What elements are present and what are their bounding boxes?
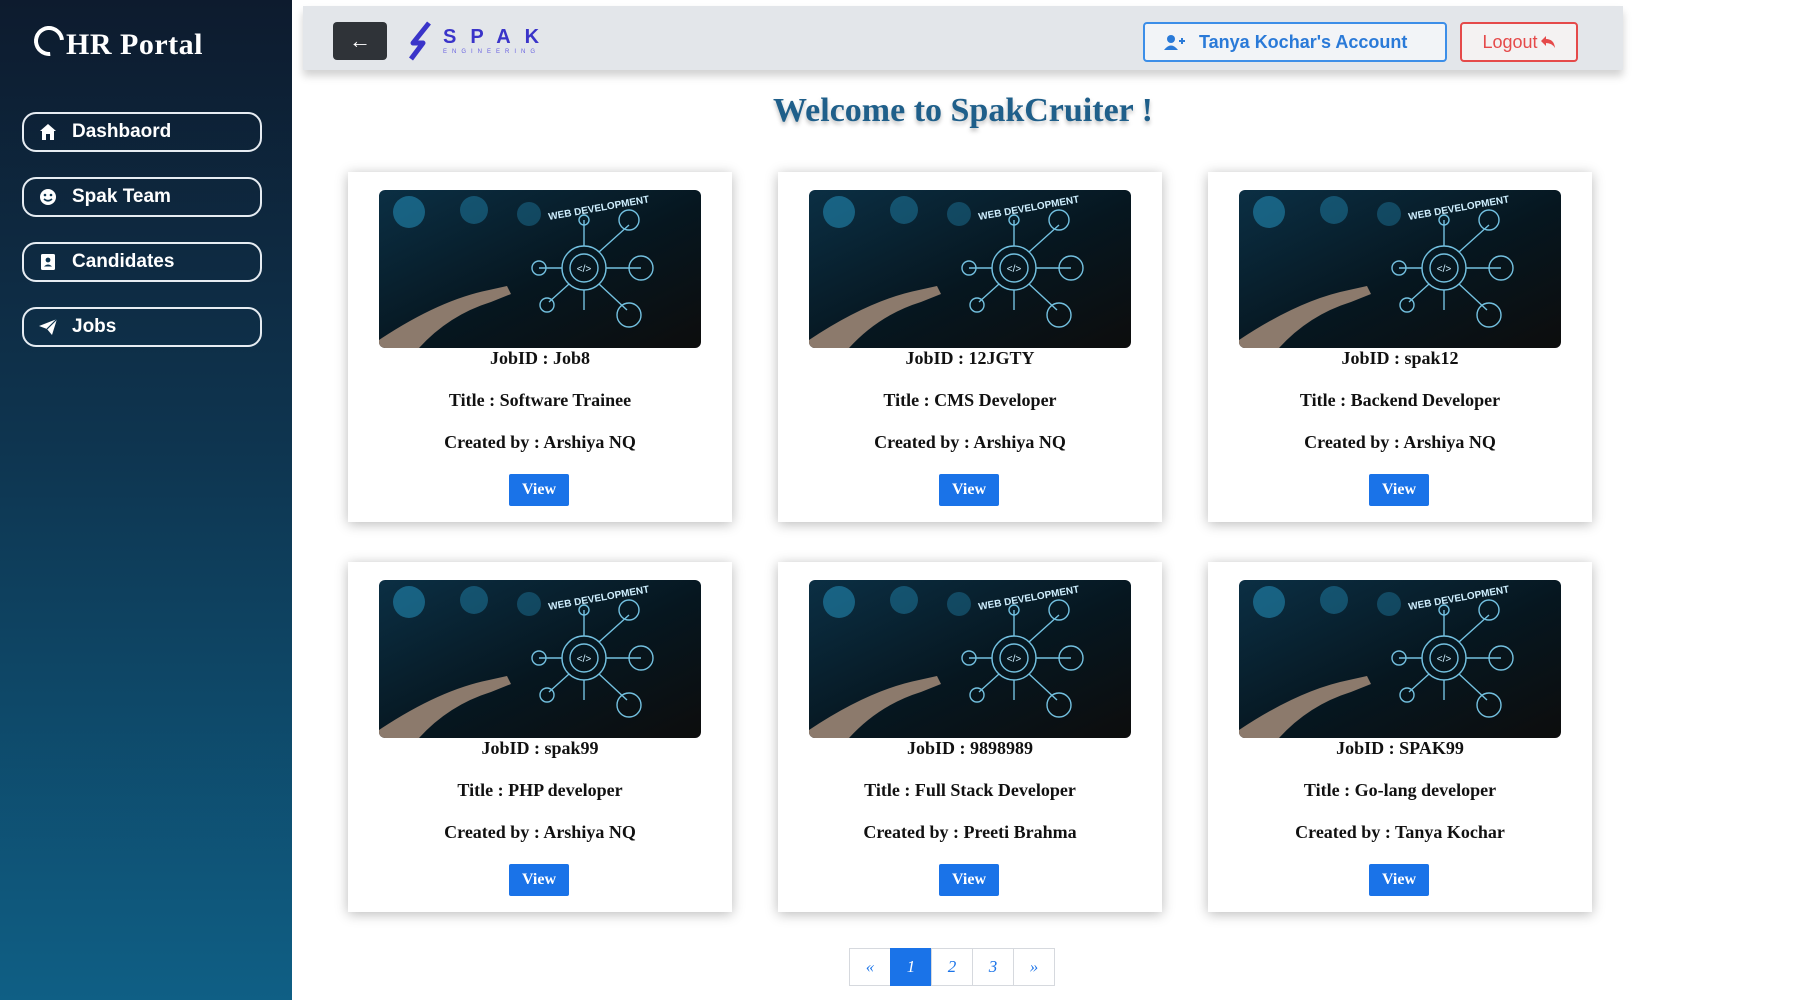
- sidebar-item-dashboard[interactable]: Dashbaord: [22, 112, 262, 152]
- job-image: WEB DEVELOPMENT </>: [809, 580, 1131, 738]
- logo-subtitle: ENGINEERING: [443, 49, 541, 55]
- portal-logo-icon: [27, 19, 71, 63]
- job-title: Title : PHP developer: [457, 780, 623, 800]
- job-id: JobID : spak12: [1341, 348, 1459, 368]
- sidebar-item-jobs[interactable]: Jobs: [22, 307, 262, 347]
- job-card: WEB DEVELOPMENT </> JobID : 12JGTY Title…: [778, 172, 1162, 522]
- job-id: JobID : 12JGTY: [905, 348, 1035, 368]
- view-job-button[interactable]: View: [509, 864, 569, 896]
- job-title: Title : Go-lang developer: [1303, 780, 1497, 800]
- svg-text:</>: </>: [1437, 654, 1452, 665]
- smiley-icon: [38, 187, 58, 207]
- job-id: JobID : Job8: [489, 348, 591, 368]
- job-card: WEB DEVELOPMENT </> JobID : SPAK99 Title…: [1208, 562, 1592, 912]
- sidebar-item-candidates[interactable]: Candidates: [22, 242, 262, 282]
- account-button[interactable]: Tanya Kochar's Account: [1143, 22, 1447, 62]
- job-title: Title : CMS Developer: [883, 390, 1057, 410]
- web-development-image: WEB DEVELOPMENT </>: [379, 580, 701, 738]
- pagination: « 1 2 3 »: [849, 948, 1055, 986]
- job-card: WEB DEVELOPMENT </> JobID : spak99 Title…: [348, 562, 732, 912]
- home-icon: [38, 122, 58, 142]
- web-development-image: WEB DEVELOPMENT </>: [1239, 580, 1561, 738]
- job-title: Title : Backend Developer: [1299, 390, 1501, 410]
- pagination-page-2[interactable]: 2: [931, 948, 973, 986]
- logout-button[interactable]: Logout: [1460, 22, 1578, 62]
- spak-logo-mark-icon: [409, 21, 431, 61]
- job-image: WEB DEVELOPMENT </>: [1239, 580, 1561, 738]
- web-development-image: WEB DEVELOPMENT </>: [1239, 190, 1561, 348]
- job-id: JobID : spak99: [481, 738, 599, 758]
- svg-text:</>: </>: [1437, 264, 1452, 275]
- job-image: WEB DEVELOPMENT </>: [379, 190, 701, 348]
- spak-logo: SPAK ENGINEERING: [405, 20, 553, 62]
- contact-book-icon: [38, 252, 58, 272]
- job-card: WEB DEVELOPMENT </> JobID : Job8 Title :…: [348, 172, 732, 522]
- sidebar-item-label: Candidates: [72, 251, 175, 272]
- pagination-page-3[interactable]: 3: [972, 948, 1014, 986]
- arrow-left-icon: ←: [349, 28, 371, 53]
- web-development-image: WEB DEVELOPMENT </>: [809, 190, 1131, 348]
- job-image: WEB DEVELOPMENT </>: [809, 190, 1131, 348]
- sidebar-item-label: Jobs: [72, 316, 117, 337]
- view-job-button[interactable]: View: [509, 474, 569, 506]
- job-id: JobID : SPAK99: [1336, 738, 1464, 758]
- svg-text:</>: </>: [577, 654, 592, 665]
- job-image: WEB DEVELOPMENT </>: [1239, 190, 1561, 348]
- sidebar-item-label: Spak Team: [72, 186, 171, 207]
- job-title: Title : Full Stack Developer: [864, 780, 1076, 800]
- view-job-button[interactable]: View: [1369, 474, 1429, 506]
- job-card: WEB DEVELOPMENT </> JobID : spak12 Title…: [1208, 172, 1592, 522]
- job-created-by: Created by : Arshiya NQ: [874, 432, 1066, 452]
- web-development-image: WEB DEVELOPMENT </>: [379, 190, 701, 348]
- job-created-by: Created by : Arshiya NQ: [444, 822, 636, 842]
- job-created-by: Created by : Arshiya NQ: [444, 432, 636, 452]
- pagination-prev[interactable]: «: [849, 948, 891, 986]
- logo-word: SPAK: [443, 26, 554, 48]
- job-title: Title : Software Trainee: [448, 390, 632, 410]
- job-created-by: Created by : Preeti Brahma: [863, 822, 1077, 842]
- page-title: Welcome to SpakCruiter !: [773, 92, 1153, 129]
- reply-arrow-icon: [1540, 35, 1556, 49]
- logout-label: Logout: [1482, 31, 1538, 52]
- view-job-button[interactable]: View: [939, 474, 999, 506]
- view-job-button[interactable]: View: [939, 864, 999, 896]
- job-id: JobID : 9898989: [906, 738, 1033, 758]
- svg-text:</>: </>: [1007, 264, 1022, 275]
- brand-title: HR Portal: [66, 28, 203, 61]
- pagination-next[interactable]: »: [1013, 948, 1055, 986]
- svg-text:</>: </>: [1007, 654, 1022, 665]
- back-button[interactable]: ←: [333, 22, 387, 60]
- sidebar-item-label: Dashbaord: [72, 121, 172, 142]
- web-development-image: WEB DEVELOPMENT </>: [809, 580, 1131, 738]
- sidebar-item-spak-team[interactable]: Spak Team: [22, 177, 262, 217]
- brand-logo: HR Portal: [27, 19, 203, 63]
- paper-plane-icon: [38, 317, 58, 337]
- job-image: WEB DEVELOPMENT </>: [379, 580, 701, 738]
- account-label: Tanya Kochar's Account: [1199, 31, 1408, 52]
- job-card: WEB DEVELOPMENT </> JobID : 9898989 Titl…: [778, 562, 1162, 912]
- view-job-button[interactable]: View: [1369, 864, 1429, 896]
- pagination-page-1[interactable]: 1: [890, 948, 932, 986]
- job-created-by: Created by : Arshiya NQ: [1304, 432, 1496, 452]
- sidebar: HR Portal Dashbaord Spak Team Candidates…: [0, 0, 292, 1000]
- top-bar: ← SPAK ENGINEERING Tanya Kochar's Accoun…: [303, 6, 1623, 70]
- user-add-icon: [1163, 34, 1185, 50]
- svg-text:</>: </>: [577, 264, 592, 275]
- job-created-by: Created by : Tanya Kochar: [1295, 822, 1505, 842]
